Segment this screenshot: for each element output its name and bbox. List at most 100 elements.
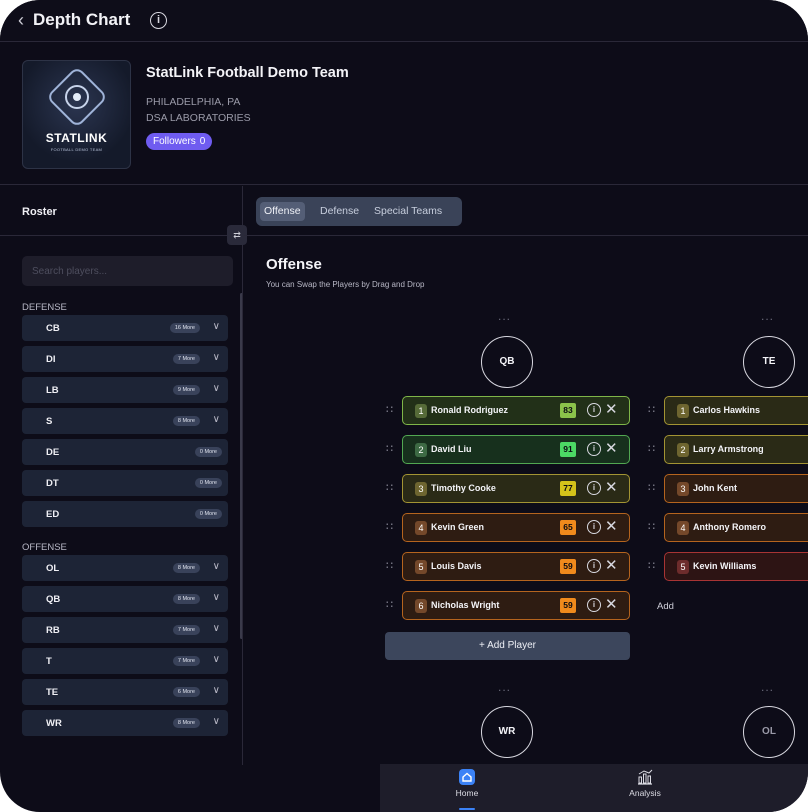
remove-player-icon[interactable]: ✕: [605, 517, 618, 535]
player-rating-badge: 65: [560, 520, 576, 535]
roster-position-cb[interactable]: CB 16 More ∨: [22, 315, 228, 341]
roster-scrollbar[interactable]: [240, 293, 242, 639]
ol-more-dots[interactable]: ...: [761, 680, 774, 694]
more-count-badge: 6 More: [172, 687, 200, 697]
roster-position-di[interactable]: DI 7 More ∨: [22, 346, 228, 372]
te-add-button[interactable]: Add: [657, 601, 674, 612]
remove-player-icon[interactable]: ✕: [605, 439, 618, 457]
roster-title: Roster: [22, 206, 57, 218]
chevron-down-icon[interactable]: ∨: [213, 352, 220, 363]
roster-position-te[interactable]: TE 6 More ∨: [22, 679, 228, 705]
te-player-card[interactable]: 5 Kevin Williams: [664, 552, 808, 581]
remove-player-icon[interactable]: ✕: [605, 400, 618, 418]
player-rating-badge: 59: [560, 559, 576, 574]
chevron-down-icon[interactable]: ∨: [213, 685, 220, 696]
roster-header: Roster: [0, 186, 243, 236]
chevron-down-icon[interactable]: ∨: [213, 592, 220, 603]
logo-subtext: FOOTBALL DEMO TEAM: [50, 147, 103, 152]
player-name: Larry Armstrong: [693, 444, 764, 454]
player-name: Kevin Green: [431, 522, 485, 532]
more-count-badge: 8 More: [172, 594, 200, 604]
te-player-card[interactable]: 3 John Kent: [664, 474, 808, 503]
remove-player-icon[interactable]: ✕: [605, 556, 618, 574]
roster-position-wr[interactable]: WR 8 More ∨: [22, 710, 228, 736]
player-info-icon[interactable]: i: [587, 559, 601, 573]
position-circle-wr[interactable]: WR: [481, 706, 533, 758]
chevron-down-icon[interactable]: ∨: [213, 561, 220, 572]
qb-more-dots[interactable]: ...: [498, 309, 511, 323]
position-circle-ol[interactable]: OL: [743, 706, 795, 758]
drag-handle-icon[interactable]: ∷: [386, 481, 393, 494]
chevron-down-icon[interactable]: ∨: [213, 383, 220, 394]
position-name: QB: [46, 594, 61, 605]
roster-position-ol[interactable]: OL 8 More ∨: [22, 555, 228, 581]
position-name: DI: [46, 354, 56, 365]
drag-handle-icon[interactable]: ∷: [648, 559, 655, 572]
tab-defense[interactable]: Defense: [316, 202, 363, 221]
add-player-button[interactable]: + Add Player: [385, 632, 630, 660]
qb-player-card[interactable]: 3 Timothy Cooke 77 i ✕: [402, 474, 630, 503]
drag-handle-icon[interactable]: ∷: [386, 403, 393, 416]
search-players-input[interactable]: [22, 256, 233, 286]
roster-position-dt[interactable]: DT 0 More: [22, 470, 228, 496]
player-name: Nicholas Wright: [431, 600, 500, 610]
qb-player-card[interactable]: 5 Louis Davis 59 i ✕: [402, 552, 630, 581]
player-rank: 3: [677, 482, 689, 496]
player-info-icon[interactable]: i: [587, 520, 601, 534]
roster-position-ed[interactable]: ED 0 More: [22, 501, 228, 527]
qb-player-card[interactable]: 2 David Liu 91 i ✕: [402, 435, 630, 464]
section-subtitle: You can Swap the Players by Drag and Dro…: [266, 280, 425, 289]
te-player-card[interactable]: 2 Larry Armstrong: [664, 435, 808, 464]
player-info-icon[interactable]: i: [587, 598, 601, 612]
te-more-dots[interactable]: ...: [761, 309, 774, 323]
drag-handle-icon[interactable]: ∷: [386, 559, 393, 572]
remove-player-icon[interactable]: ✕: [605, 478, 618, 496]
remove-player-icon[interactable]: ✕: [605, 595, 618, 613]
tab-special-teams[interactable]: Special Teams: [370, 202, 446, 221]
more-count-badge: 0 More: [194, 478, 222, 488]
drag-handle-icon[interactable]: ∷: [386, 442, 393, 455]
nav-analysis[interactable]: Analysis: [615, 768, 675, 798]
qb-player-card[interactable]: 4 Kevin Green 65 i ✕: [402, 513, 630, 542]
drag-handle-icon[interactable]: ∷: [648, 520, 655, 533]
team-location: PHILADELPHIA, PA: [146, 96, 241, 108]
player-info-icon[interactable]: i: [587, 442, 601, 456]
tab-group: Offense Defense Special Teams: [256, 197, 462, 226]
player-info-icon[interactable]: i: [587, 481, 601, 495]
drag-handle-icon[interactable]: ∷: [648, 481, 655, 494]
te-player-card[interactable]: 4 Anthony Romero: [664, 513, 808, 542]
bottom-nav: Home Analysis: [380, 764, 808, 812]
roster-position-de[interactable]: DE 0 More: [22, 439, 228, 465]
logo-text: STATLINK: [45, 131, 108, 145]
followers-badge[interactable]: Followers 0: [146, 133, 213, 150]
te-player-card[interactable]: 1 Carlos Hawkins: [664, 396, 808, 425]
chevron-down-icon[interactable]: ∨: [213, 321, 220, 332]
info-icon[interactable]: i: [150, 12, 167, 29]
drag-handle-icon[interactable]: ∷: [386, 520, 393, 533]
roster-position-t[interactable]: T 7 More ∨: [22, 648, 228, 674]
roster-position-lb[interactable]: LB 9 More ∨: [22, 377, 228, 403]
position-name: ED: [46, 509, 60, 520]
drag-handle-icon[interactable]: ∷: [386, 598, 393, 611]
tab-offense[interactable]: Offense: [260, 202, 305, 221]
chevron-down-icon[interactable]: ∨: [213, 414, 220, 425]
roster-position-qb[interactable]: QB 8 More ∨: [22, 586, 228, 612]
nav-home[interactable]: Home: [437, 768, 497, 798]
position-circle-te[interactable]: TE: [743, 336, 795, 388]
chevron-down-icon[interactable]: ∨: [213, 716, 220, 727]
position-circle-qb[interactable]: QB: [481, 336, 533, 388]
chevron-left-icon[interactable]: ‹: [18, 10, 24, 31]
drag-handle-icon[interactable]: ∷: [648, 442, 655, 455]
roster-position-s[interactable]: S 8 More ∨: [22, 408, 228, 434]
followers-count: 0: [199, 136, 206, 147]
wr-more-dots[interactable]: ...: [498, 680, 511, 694]
roster-position-rb[interactable]: RB 7 More ∨: [22, 617, 228, 643]
player-info-icon[interactable]: i: [587, 403, 601, 417]
more-count-badge: 0 More: [194, 447, 222, 457]
chevron-down-icon[interactable]: ∨: [213, 623, 220, 634]
qb-player-card[interactable]: 1 Ronald Rodriguez 83 i ✕: [402, 396, 630, 425]
drag-handle-icon[interactable]: ∷: [648, 403, 655, 416]
qb-player-card[interactable]: 6 Nicholas Wright 59 i ✕: [402, 591, 630, 620]
chevron-down-icon[interactable]: ∨: [213, 654, 220, 665]
more-count-badge: 0 More: [194, 509, 222, 519]
